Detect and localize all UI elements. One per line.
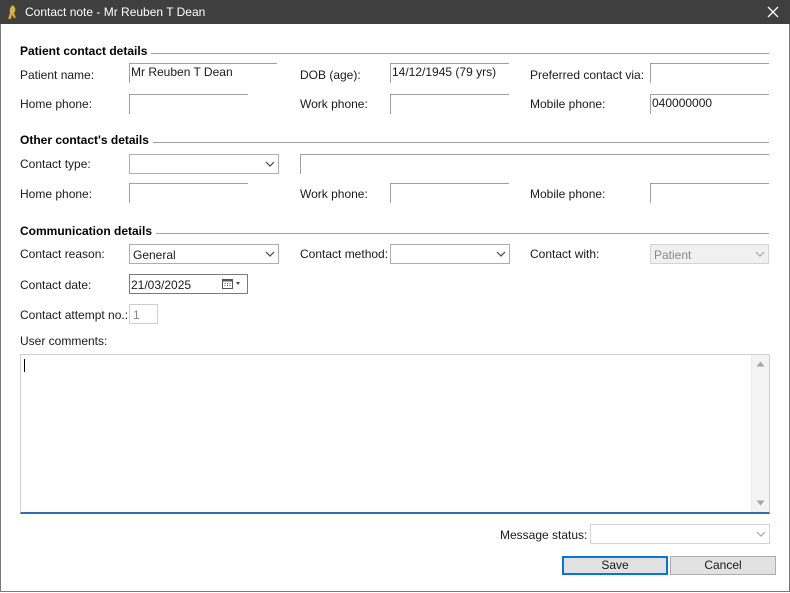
other-work-phone-field[interactable] (390, 183, 509, 203)
contact-date-value: 21/03/2025 (131, 278, 192, 292)
contact-type-label: Contact type: (20, 157, 91, 171)
contact-date-picker[interactable]: 21/03/2025 (129, 274, 248, 294)
work-phone-field[interactable] (390, 94, 509, 114)
mobile-phone-field[interactable]: 040000000 (650, 94, 769, 114)
chevron-down-icon (265, 161, 275, 167)
scroll-up-icon[interactable] (756, 361, 765, 367)
user-comments-label: User comments: (20, 334, 108, 348)
window-title: Contact note - Mr Reuben T Dean (25, 5, 206, 19)
contact-reason-label: Contact reason: (20, 247, 105, 261)
text-cursor (24, 359, 25, 372)
section-title-patient: Patient contact details (20, 44, 152, 58)
close-button[interactable] (756, 0, 790, 24)
cancel-button[interactable]: Cancel (670, 556, 776, 575)
chevron-down-icon (265, 251, 275, 257)
contact-reason-value: General (133, 248, 176, 262)
title-bar[interactable]: Contact note - Mr Reuben T Dean (0, 0, 790, 24)
contact-attempt-label: Contact attempt no.: (20, 308, 129, 322)
close-icon (767, 6, 779, 18)
preferred-contact-field[interactable] (650, 63, 769, 83)
message-status-dropdown[interactable] (590, 524, 770, 544)
user-comments-textarea[interactable] (20, 354, 770, 514)
mobile-phone-label: Mobile phone: (530, 97, 606, 111)
home-phone-field[interactable] (129, 94, 248, 114)
dob-label: DOB (age): (300, 68, 361, 82)
patient-name-label: Patient name: (20, 68, 95, 82)
patient-name-field[interactable]: Mr Reuben T Dean (129, 63, 277, 83)
message-status-label: Message status: (500, 528, 588, 542)
contact-attempt-field[interactable]: 1 (129, 304, 158, 324)
contact-reason-dropdown[interactable]: General (129, 244, 279, 264)
section-title-other-contact: Other contact's details (20, 133, 153, 147)
section-title-communication: Communication details (20, 224, 157, 238)
contact-with-value: Patient (654, 248, 692, 262)
work-phone-label: Work phone: (300, 97, 368, 111)
preferred-contact-label: Preferred contact via: (530, 68, 645, 82)
contact-attempt-value: 1 (133, 308, 140, 322)
contact-with-label: Contact with: (530, 247, 600, 261)
chevron-down-icon (755, 251, 765, 257)
scroll-down-icon[interactable] (756, 500, 765, 506)
contact-type-dropdown[interactable] (129, 154, 279, 174)
chevron-down-icon (756, 531, 766, 537)
contact-method-label: Contact method: (300, 247, 389, 261)
contact-method-dropdown[interactable] (390, 244, 510, 264)
vertical-scrollbar[interactable] (751, 355, 769, 512)
other-mobile-phone-field[interactable] (650, 183, 769, 203)
app-logo-icon (6, 4, 20, 20)
other-work-phone-label: Work phone: (300, 187, 368, 201)
contact-with-dropdown[interactable]: Patient (650, 244, 769, 264)
calendar-icon[interactable] (222, 278, 244, 293)
contact-name-field[interactable] (300, 154, 769, 174)
other-mobile-phone-label: Mobile phone: (530, 187, 606, 201)
chevron-down-icon (496, 251, 506, 257)
other-home-phone-label: Home phone: (20, 187, 93, 201)
other-home-phone-field[interactable] (129, 183, 248, 203)
save-button[interactable]: Save (562, 556, 668, 575)
dob-field[interactable]: 14/12/1945 (79 yrs) (390, 63, 509, 83)
contact-date-label: Contact date: (20, 278, 92, 292)
home-phone-label: Home phone: (20, 97, 93, 111)
